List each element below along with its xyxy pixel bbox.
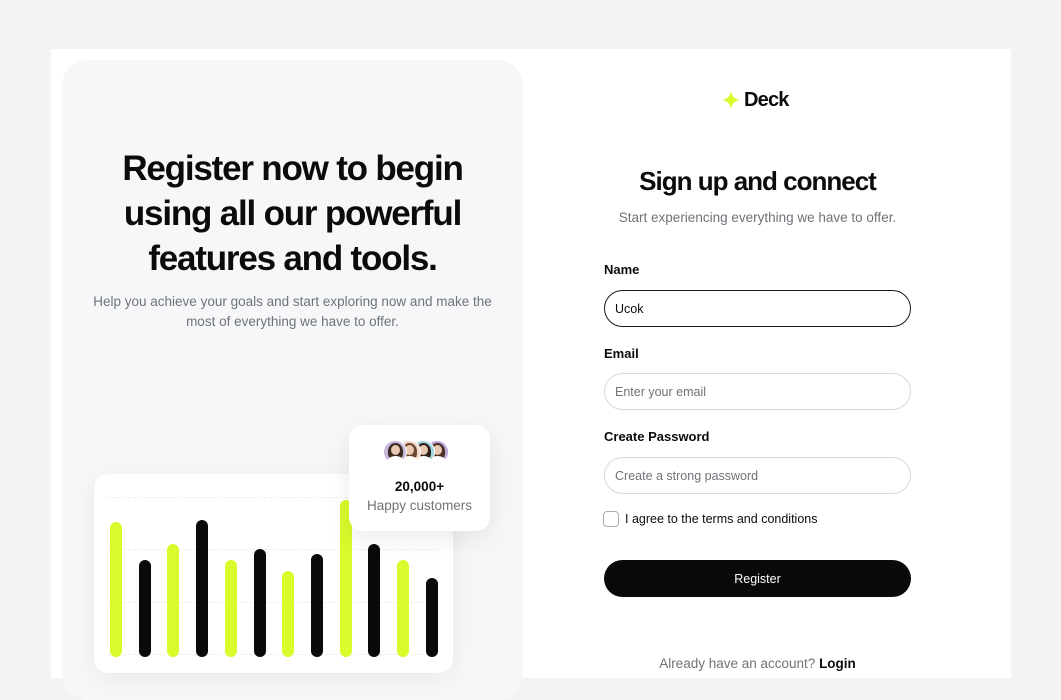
chart-bar: [167, 544, 179, 657]
chart-bar: [110, 522, 122, 657]
chart-bar: [282, 571, 294, 657]
terms-label[interactable]: I agree to the terms and conditions: [625, 512, 817, 526]
password-input[interactable]: [604, 457, 911, 494]
brand-logo[interactable]: Deck: [722, 88, 842, 114]
email-input[interactable]: [604, 373, 911, 410]
chart-bar: [225, 560, 237, 657]
register-button[interactable]: Register: [604, 560, 911, 597]
customer-avatars: [383, 440, 459, 466]
login-prompt: Already have an account? Login: [604, 656, 911, 671]
chart-gridline: [108, 654, 438, 655]
password-label: Create Password: [604, 429, 710, 444]
form-subtitle: Start experiencing everything we have to…: [618, 210, 897, 225]
sparkle-icon: [722, 91, 740, 109]
name-label: Name: [604, 262, 640, 277]
chart-bar: [397, 560, 409, 657]
chart-bar: [196, 520, 208, 657]
chart-bar: [368, 544, 380, 657]
form-title: Sign up and connect: [639, 166, 877, 196]
account-prompt-text: Already have an account?: [659, 656, 816, 671]
chart-bar: [254, 549, 266, 657]
login-link[interactable]: Login: [819, 656, 856, 671]
avatar: [383, 440, 407, 464]
chart-gridline: [108, 549, 438, 550]
hero-title: Register now to begin using all our powe…: [122, 149, 464, 278]
terms-checkbox[interactable]: [603, 511, 619, 527]
brand-name: Deck: [744, 89, 789, 111]
chart-bar: [426, 578, 438, 657]
name-input[interactable]: [604, 290, 911, 327]
hero-subtitle: Help you achieve your goals and start ex…: [93, 294, 492, 329]
customer-label: Happy customers: [366, 498, 473, 513]
chart-bar: [311, 554, 323, 657]
chart-bar: [139, 560, 151, 657]
chart-gridline: [108, 602, 438, 603]
email-label: Email: [604, 346, 639, 361]
customer-count: 20,000+: [394, 479, 445, 494]
customers-card: 20,000+ Happy customers: [349, 425, 490, 531]
